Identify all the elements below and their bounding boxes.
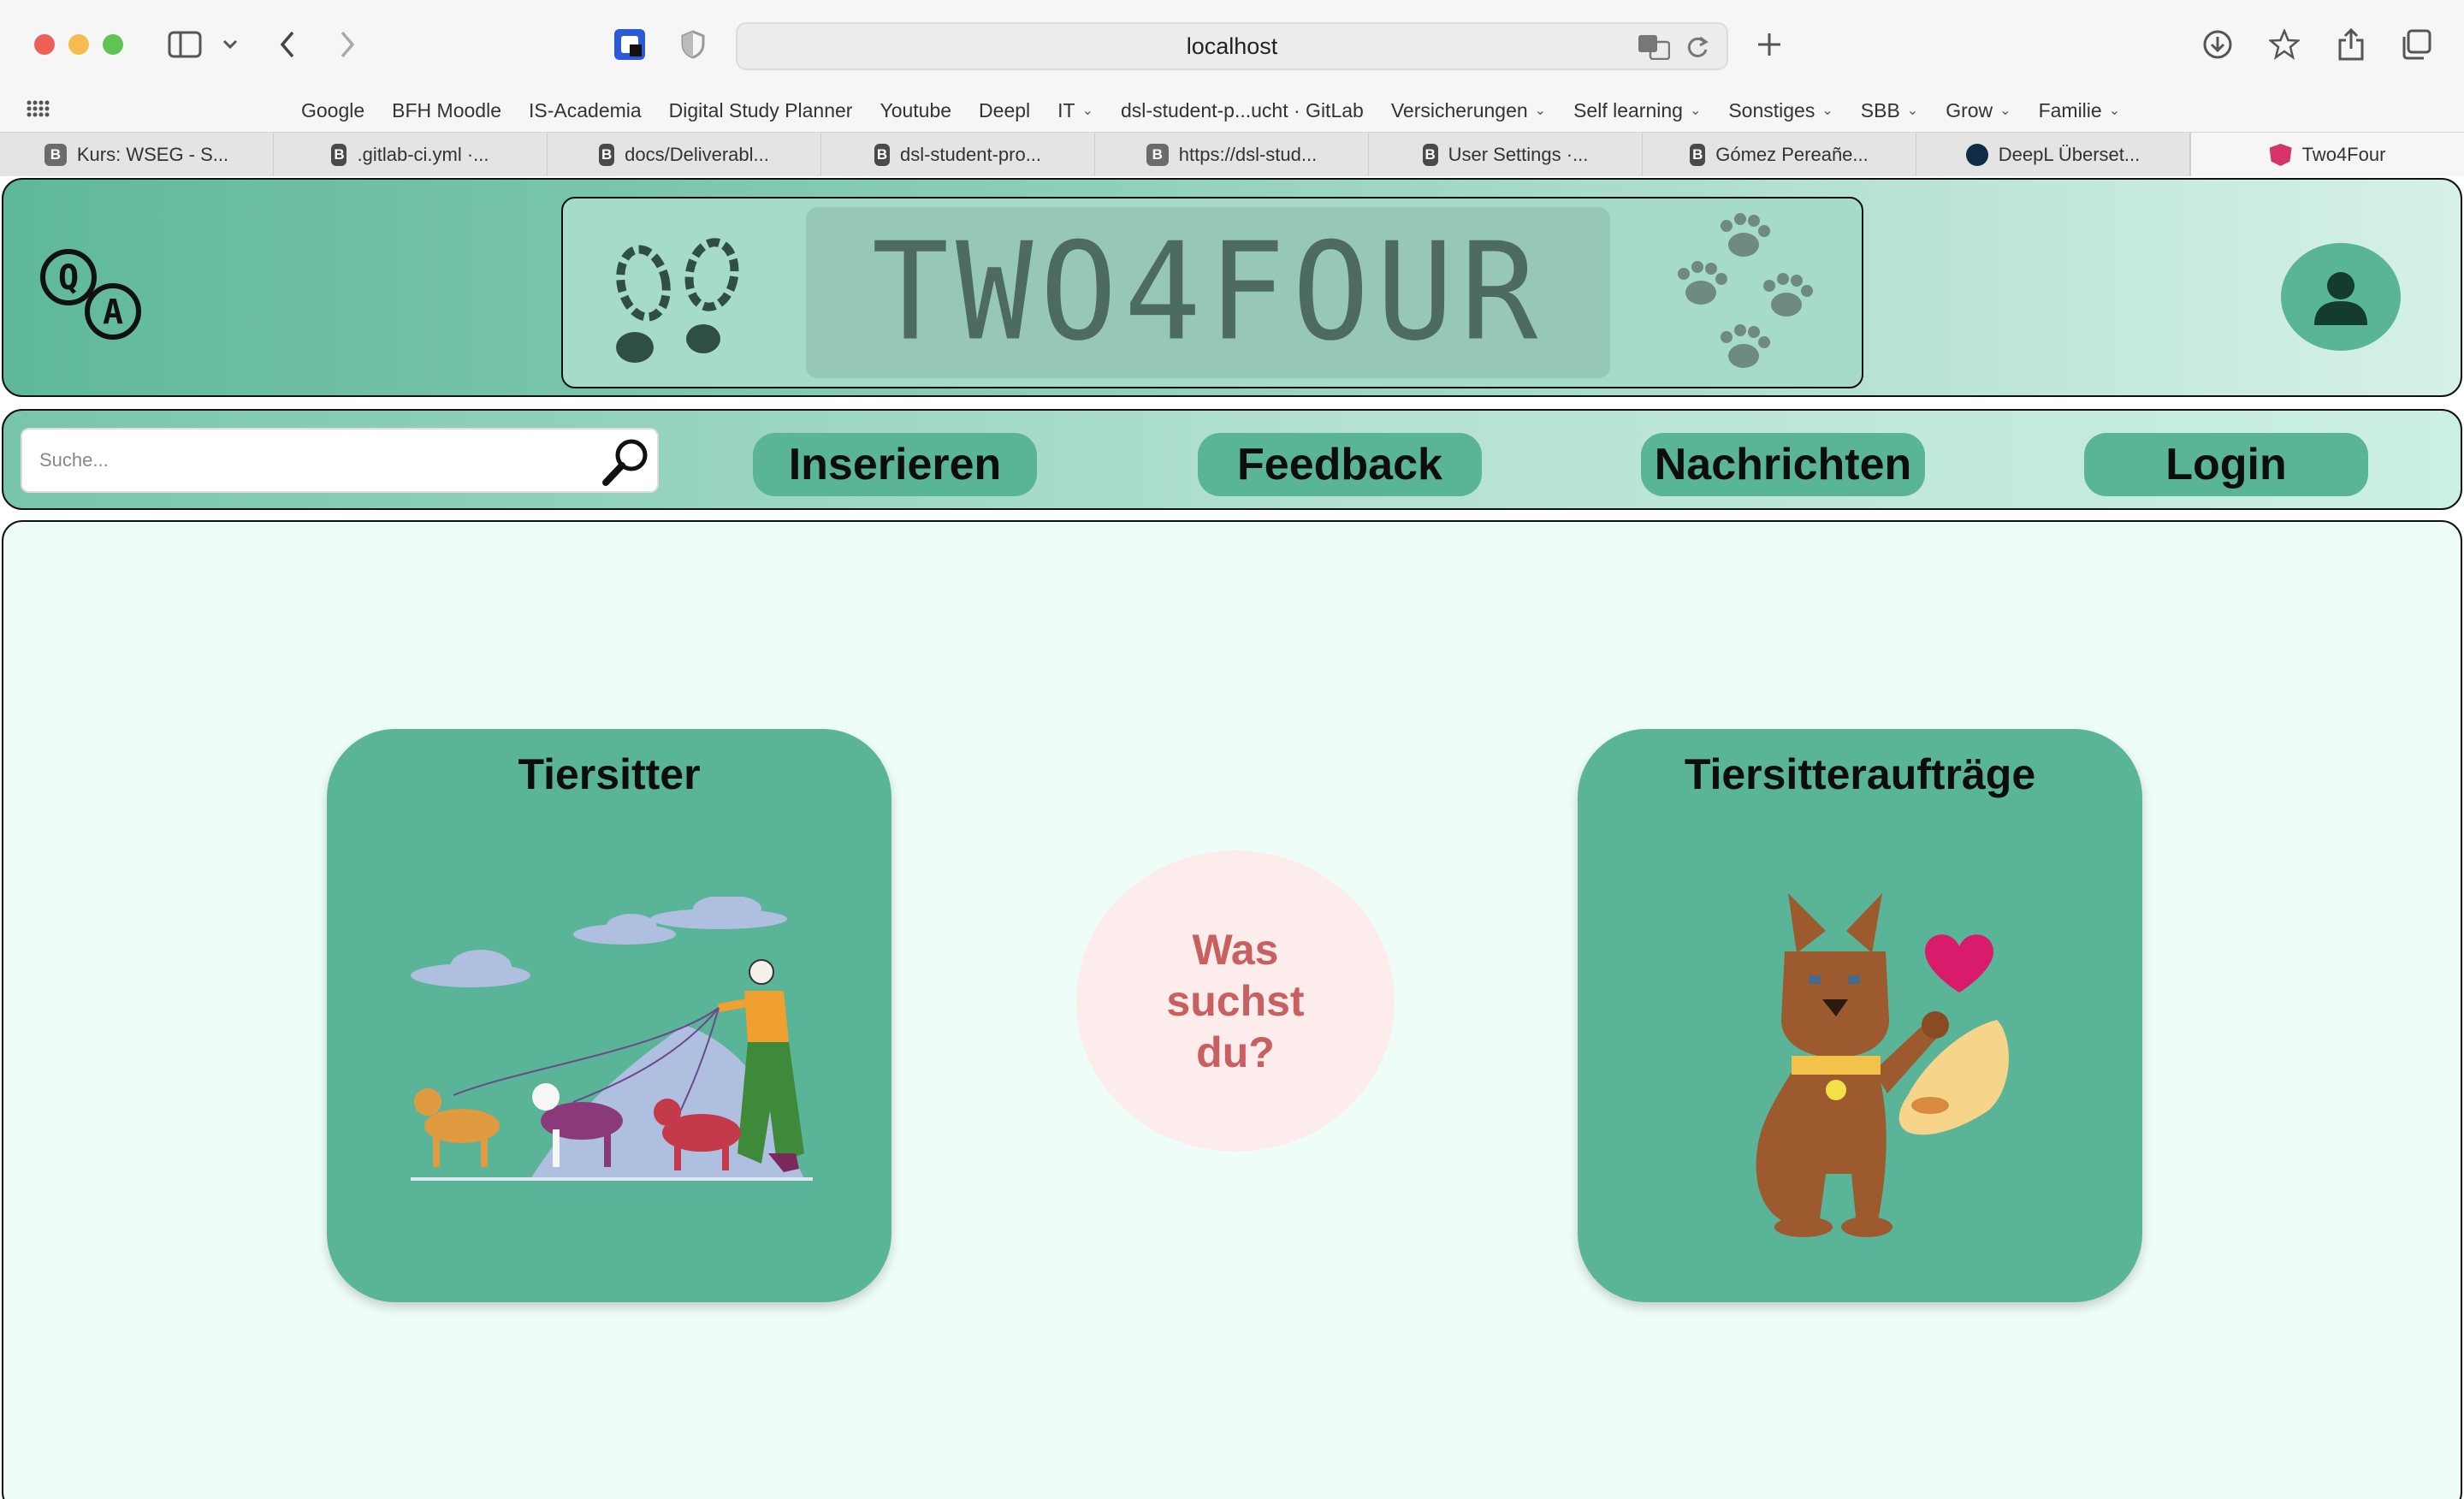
bookmark-folder[interactable]: Versicherungen ⌄: [1391, 99, 1546, 122]
browser-tab-active[interactable]: Two4Four: [2190, 133, 2464, 177]
qa-logo-icon[interactable]: Q A: [38, 245, 149, 347]
bfh-favicon-icon: B: [1146, 144, 1169, 166]
search-icon[interactable]: [599, 435, 654, 489]
bookmark-item[interactable]: Deepl: [979, 99, 1030, 122]
close-window-button[interactable]: [34, 34, 55, 55]
bookmark-favicon-icon: B: [599, 144, 615, 166]
footprints-icon: [616, 238, 739, 363]
bookmark-item[interactable]: Youtube: [880, 99, 951, 122]
maximize-window-button[interactable]: [103, 34, 123, 55]
bookmark-star-icon[interactable]: [2266, 24, 2303, 65]
svg-text:A: A: [103, 293, 123, 332]
chevron-down-icon: ⌄: [2108, 104, 2121, 118]
site-title: TWO4FOUR: [871, 214, 1545, 371]
bookmark-folder[interactable]: SBB ⌄: [1861, 99, 1918, 122]
tiersitterauftraege-card[interactable]: Tiersitteraufträge: [1578, 729, 2142, 1302]
forward-icon[interactable]: [332, 24, 363, 65]
main-content: Tiersitter Was suchst du? Tiersitterauft…: [2, 520, 2462, 1499]
bookmark-item[interactable]: Google: [301, 99, 364, 122]
minimize-window-button[interactable]: [68, 34, 89, 55]
chevron-down-icon: ⌄: [1689, 104, 1702, 118]
inserieren-button[interactable]: Inserieren: [753, 433, 1037, 496]
site-banner[interactable]: TWO4FOUR: [561, 197, 1863, 388]
bookmark-favicon-icon: B: [1690, 144, 1706, 166]
tab-bar: B Kurs: WSEG - S... B .gitlab-ci.yml ·... …: [0, 132, 2464, 177]
chevron-down-icon[interactable]: [217, 24, 243, 65]
site-navbar: Inserieren Feedback Nachrichten Login: [2, 409, 2462, 510]
chevron-down-icon: ⌄: [1821, 104, 1833, 118]
bookmark-folder[interactable]: Sonstiges ⌄: [1728, 99, 1833, 122]
login-button[interactable]: Login: [2084, 433, 2368, 496]
chevron-down-icon: ⌄: [1999, 104, 2011, 118]
svg-text:Q: Q: [58, 258, 79, 298]
bookmark-item[interactable]: BFH Moodle: [392, 99, 501, 122]
chevron-down-icon: ⌄: [1081, 104, 1094, 118]
bookmark-folder[interactable]: Self learning ⌄: [1573, 99, 1701, 122]
extension-icon[interactable]: [609, 24, 650, 65]
browser-tab[interactable]: Bhttps://dsl-stud...: [1095, 133, 1369, 177]
bookmark-favicon-icon: B: [331, 144, 347, 166]
deepl-favicon-icon: [1965, 144, 1988, 166]
nachrichten-button[interactable]: Nachrichten: [1641, 433, 1925, 496]
card-title: Tiersitter: [518, 750, 701, 798]
question-text: Was suchst du?: [1166, 926, 1305, 1076]
tab-overview-icon[interactable]: [2397, 24, 2435, 65]
translate-icon[interactable]: [1638, 34, 1671, 66]
bfh-favicon-icon: B: [44, 144, 67, 166]
chevron-down-icon: ⌄: [1534, 104, 1547, 118]
chevron-down-icon: ⌄: [1906, 104, 1919, 118]
bookmark-item[interactable]: Digital Study Planner: [669, 99, 853, 122]
browser-tab[interactable]: Bdocs/Deliverabl...: [548, 133, 821, 177]
user-icon: [2314, 272, 2367, 325]
bookmark-folder[interactable]: Familie ⌄: [2039, 99, 2121, 122]
feedback-button[interactable]: Feedback: [1198, 433, 1482, 496]
address-bar[interactable]: localhost: [736, 22, 1728, 70]
bookmark-folder[interactable]: IT ⌄: [1057, 99, 1093, 122]
bookmarks-bar: Google BFH Moodle IS-Academia Digital St…: [0, 89, 2464, 132]
apps-grid-icon[interactable]: [26, 99, 50, 123]
user-avatar[interactable]: [2281, 243, 2401, 351]
browser-tab[interactable]: B User Settings ·...: [1369, 133, 1643, 177]
browser-tab[interactable]: DeepL Überset...: [1916, 133, 2190, 177]
question-bubble: Was suchst du?: [1076, 850, 1395, 1152]
privacy-shield-icon[interactable]: [674, 24, 712, 65]
bookmark-favicon-icon: B: [874, 144, 890, 166]
bookmark-list: Google BFH Moodle IS-Academia Digital St…: [301, 89, 2120, 132]
browser-chrome: localhost Google BFH Moodle IS-Academia …: [0, 0, 2464, 177]
tiersitter-card[interactable]: Tiersitter: [327, 729, 891, 1302]
share-icon[interactable]: [2332, 24, 2370, 65]
download-icon[interactable]: [2199, 24, 2236, 65]
search-input[interactable]: [22, 430, 587, 491]
sidebar-toggle-icon[interactable]: [164, 24, 205, 65]
banner-logo: TWO4FOUR: [806, 207, 1610, 378]
back-icon[interactable]: [272, 24, 303, 65]
paw-prints-icon: [1678, 213, 1813, 368]
new-tab-icon[interactable]: [1752, 24, 1786, 65]
bookmark-folder[interactable]: Grow ⌄: [1946, 99, 2011, 122]
url-text: localhost: [1186, 33, 1278, 59]
angular-favicon-icon: [2269, 144, 2292, 166]
search-box: [21, 428, 659, 493]
browser-toolbar: localhost: [0, 0, 2464, 89]
card-title: Tiersitteraufträge: [1684, 750, 2036, 798]
reload-icon[interactable]: [1685, 34, 1709, 66]
bookmark-item[interactable]: IS-Academia: [529, 99, 642, 122]
site-header: Q A TWO4FOUR: [2, 178, 2462, 397]
web-page: Q A TWO4FOUR Suche... Inserieren Feedbac…: [0, 176, 2464, 1499]
browser-tab[interactable]: B Kurs: WSEG - S...: [0, 133, 274, 177]
browser-tab[interactable]: Bdsl-student-pro...: [821, 133, 1095, 177]
browser-tab[interactable]: B .gitlab-ci.yml ·...: [274, 133, 548, 177]
browser-tab[interactable]: B Gómez Pereañe...: [1643, 133, 1916, 177]
bookmark-favicon-icon: B: [1422, 144, 1438, 166]
bookmark-item[interactable]: dsl-student-p...ucht · GitLab: [1121, 99, 1364, 122]
dog-with-heart-illustration: [1756, 893, 2009, 1237]
dog-walker-illustration: [411, 897, 813, 1181]
